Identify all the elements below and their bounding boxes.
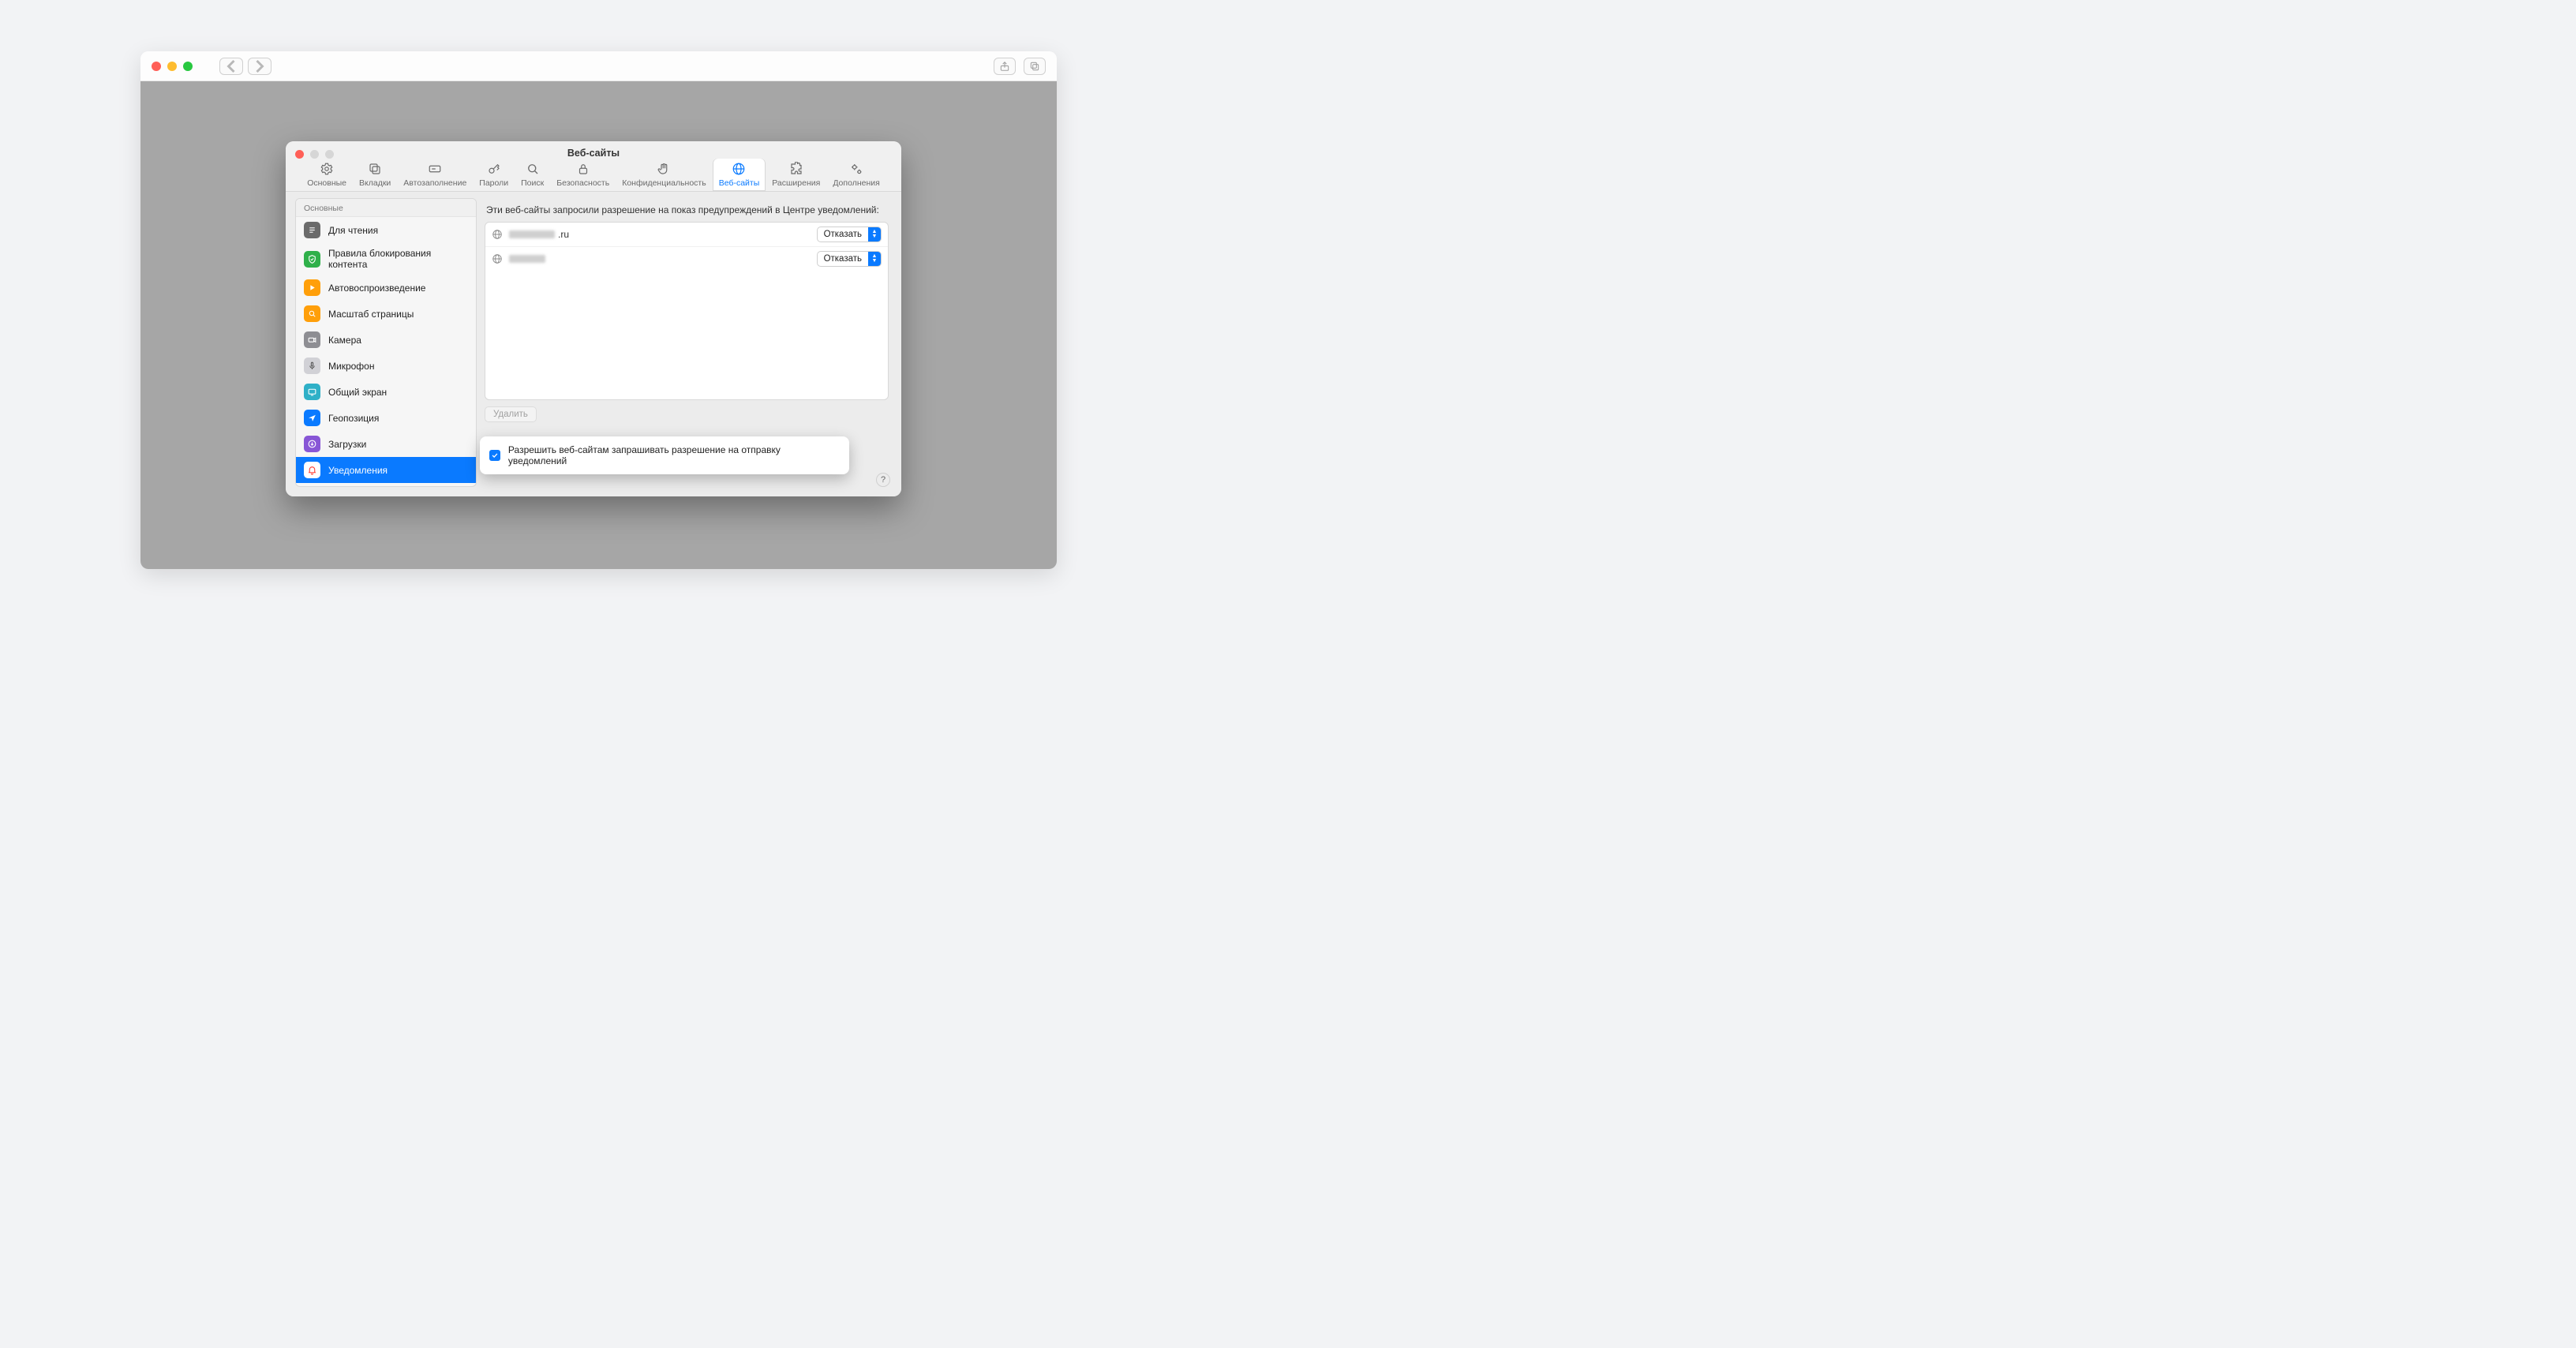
sidebar-item-downloads[interactable]: Загрузки xyxy=(296,431,476,457)
tab-label: Дополнения xyxy=(833,178,879,188)
sidebar-item-camera[interactable]: Камера xyxy=(296,327,476,353)
preferences-window: Веб-сайты Основные Вкладки Автозаполнени… xyxy=(286,141,901,496)
help-button[interactable]: ? xyxy=(876,473,890,487)
sidebar-item-label: Микрофон xyxy=(328,361,374,372)
sidebar-item-page-zoom[interactable]: Масштаб страницы xyxy=(296,301,476,327)
share-icon[interactable] xyxy=(994,58,1016,75)
sidebar-item-label: Для чтения xyxy=(328,225,378,236)
globe-icon xyxy=(732,162,746,176)
tab-label: Поиск xyxy=(521,178,544,188)
permission-value: Отказать xyxy=(818,230,868,239)
play-icon xyxy=(304,279,320,296)
chevron-up-down-icon: ▲▼ xyxy=(868,252,881,266)
mic-icon xyxy=(304,358,320,374)
chevron-up-down-icon: ▲▼ xyxy=(868,227,881,242)
permission-select[interactable]: Отказать ▲▼ xyxy=(817,251,882,267)
preferences-title: Веб-сайты xyxy=(286,148,901,159)
download-icon xyxy=(304,436,320,452)
tab-label: Веб-сайты xyxy=(719,178,760,188)
tab-label: Вкладки xyxy=(359,178,391,188)
reader-icon xyxy=(304,222,320,238)
tab-general[interactable]: Основные xyxy=(301,159,353,191)
sidebar-item-label: Загрузки xyxy=(328,439,366,450)
tabs-overview-icon[interactable] xyxy=(1024,58,1046,75)
sidebar-item-autoplay[interactable]: Автовоспроизведение xyxy=(296,275,476,301)
tabs-icon xyxy=(368,162,382,176)
tab-websites[interactable]: Веб-сайты xyxy=(713,159,766,191)
websites-sidebar: Основные Для чтения Правила блокирования… xyxy=(295,198,477,487)
globe-icon xyxy=(492,253,503,264)
sidebar-item-label: Камера xyxy=(328,335,361,346)
site-domain xyxy=(509,255,811,263)
tab-advanced[interactable]: Дополнения xyxy=(826,159,886,191)
sidebar-item-microphone[interactable]: Микрофон xyxy=(296,353,476,379)
window-minimize-button[interactable] xyxy=(167,62,177,71)
puzzle-icon xyxy=(789,162,803,176)
site-list[interactable]: .ru Отказать ▲▼ xyxy=(485,222,889,400)
allow-notifications-checkbox[interactable] xyxy=(489,450,500,461)
content-header: Эти веб-сайты запросили разрешение на по… xyxy=(486,204,887,215)
sidebar-item-label: Общий экран xyxy=(328,387,387,398)
globe-icon xyxy=(492,229,503,240)
sidebar-item-label: Масштаб страницы xyxy=(328,309,414,320)
tab-label: Автозаполнение xyxy=(403,178,466,188)
lock-icon xyxy=(576,162,590,176)
permission-select[interactable]: Отказать ▲▼ xyxy=(817,227,882,242)
sidebar-item-label: Уведомления xyxy=(328,465,388,476)
tab-label: Конфиденциальность xyxy=(622,178,706,188)
sidebar-item-label: Автовоспроизведение xyxy=(328,283,425,294)
nav-back-button[interactable] xyxy=(219,58,243,75)
hand-icon xyxy=(657,162,671,176)
bell-icon xyxy=(304,462,320,478)
delete-button[interactable]: Удалить xyxy=(485,406,537,422)
sidebar-item-screen-sharing[interactable]: Общий экран xyxy=(296,379,476,405)
preferences-titlebar: Веб-сайты Основные Вкладки Автозаполнени… xyxy=(286,141,901,192)
screen-icon xyxy=(304,384,320,400)
gear-icon xyxy=(320,162,334,176)
tab-label: Пароли xyxy=(479,178,508,188)
tab-label: Расширения xyxy=(772,178,820,188)
allow-notifications-row[interactable]: Разрешить веб-сайтам запрашивать разреше… xyxy=(480,436,849,474)
sidebar-item-label: Правила блокирования контента xyxy=(328,248,468,270)
sidebar-item-label: Геопозиция xyxy=(328,413,379,424)
tab-label: Безопасность xyxy=(556,178,609,188)
preferences-tabs: Основные Вкладки Автозаполнение Пароли xyxy=(286,159,901,191)
gears-icon xyxy=(849,162,863,176)
tab-passwords[interactable]: Пароли xyxy=(473,159,515,191)
key-icon xyxy=(487,162,501,176)
browser-titlebar xyxy=(140,51,1057,81)
sidebar-item-reader[interactable]: Для чтения xyxy=(296,217,476,243)
tab-tabs[interactable]: Вкладки xyxy=(353,159,397,191)
site-row[interactable]: .ru Отказать ▲▼ xyxy=(485,223,888,247)
permission-value: Отказать xyxy=(818,254,868,264)
tab-security[interactable]: Безопасность xyxy=(550,159,616,191)
autofill-icon xyxy=(428,162,442,176)
window-close-button[interactable] xyxy=(152,62,161,71)
tab-autofill[interactable]: Автозаполнение xyxy=(397,159,473,191)
sidebar-item-location[interactable]: Геопозиция xyxy=(296,405,476,431)
camera-icon xyxy=(304,331,320,348)
tab-search[interactable]: Поиск xyxy=(515,159,550,191)
tab-label: Основные xyxy=(307,178,346,188)
zoom-icon xyxy=(304,305,320,322)
site-row[interactable]: Отказать ▲▼ xyxy=(485,247,888,271)
sidebar-item-content-blockers[interactable]: Правила блокирования контента xyxy=(296,243,476,275)
shield-icon xyxy=(304,251,320,268)
window-zoom-button[interactable] xyxy=(183,62,193,71)
site-domain: .ru xyxy=(509,229,811,240)
browser-window: Веб-сайты Основные Вкладки Автозаполнени… xyxy=(140,51,1057,569)
allow-notifications-label: Разрешить веб-сайтам запрашивать разреше… xyxy=(508,444,840,466)
sidebar-section-header: Основные xyxy=(296,199,476,217)
location-icon xyxy=(304,410,320,426)
tab-privacy[interactable]: Конфиденциальность xyxy=(616,159,713,191)
window-traffic-lights xyxy=(152,62,193,71)
search-icon xyxy=(526,162,540,176)
tab-extensions[interactable]: Расширения xyxy=(766,159,826,191)
nav-forward-button[interactable] xyxy=(248,58,271,75)
sidebar-item-notifications[interactable]: Уведомления xyxy=(296,457,476,483)
